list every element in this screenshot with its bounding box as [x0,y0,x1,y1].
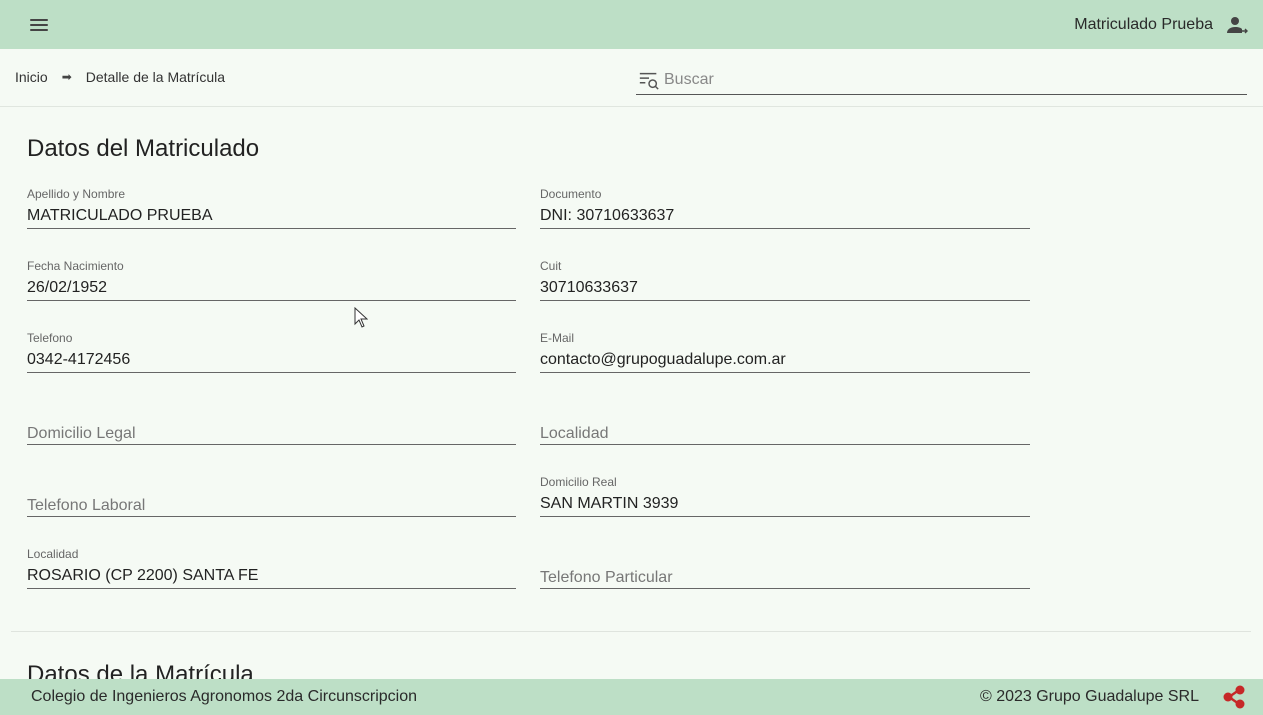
field-fecha-nacimiento[interactable]: Fecha Nacimiento 26/02/1952 [27,259,516,301]
breadcrumb-current: Detalle de la Matrícula [85,69,226,85]
field-label: Fecha Nacimiento [27,259,124,273]
breadcrumb-bar: Inicio ➡ Detalle de la Matrícula [0,49,1263,107]
user-name: Matriculado Prueba [1074,15,1213,33]
field-value: SAN MARTIN 3939 [540,495,679,512]
arrow-right-icon: ➡ [61,70,72,84]
field-value: 0342-4172456 [27,351,131,368]
field-domicilio-real[interactable]: Domicilio Real SAN MARTIN 3939 [540,475,1030,517]
footer-right: © 2023 Grupo Guadalupe SRL [980,684,1247,710]
field-domicilio-legal[interactable]: Domicilio Legal [27,403,516,445]
field-value: MATRICULADO PRUEBA [27,207,213,224]
field-value: 30710633637 [540,279,638,296]
field-localidad[interactable]: Localidad ROSARIO (CP 2200) SANTA FE [27,547,516,589]
field-label: Apellido y Nombre [27,187,126,201]
field-cuit[interactable]: Cuit 30710633637 [540,259,1030,301]
section-title-matricula: Datos de la Matrícula [27,661,254,679]
main-content: Datos del Matriculado Apellido y Nombre … [0,107,1263,679]
field-label: Domicilio Real [540,475,617,489]
field-placeholder: Telefono Laboral [27,497,146,514]
field-telefono-particular[interactable]: Telefono Particular [540,547,1030,589]
field-telefono-laboral[interactable]: Telefono Laboral [27,475,516,517]
field-label: Cuit [540,259,562,273]
section-divider [11,631,1251,632]
field-localidad-legal[interactable]: Localidad [540,403,1030,445]
footer-organization: Colegio de Ingenieros Agronomos 2da Circ… [31,688,417,705]
section-title: Datos del Matriculado [27,135,260,162]
field-documento[interactable]: Documento DNI: 30710633637 [540,187,1030,229]
field-label: Telefono [27,331,73,345]
field-placeholder: Domicilio Legal [27,425,136,442]
search-input[interactable] [664,70,1247,89]
field-value: 26/02/1952 [27,279,108,296]
field-value: DNI: 30710633637 [540,207,675,224]
field-label: Documento [540,187,602,201]
share-icon[interactable] [1221,684,1247,710]
field-telefono[interactable]: Telefono 0342-4172456 [27,331,516,373]
field-value: contacto@grupoguadalupe.com.ar [540,351,786,368]
user-area: Matriculado Prueba [1074,13,1249,37]
search-box[interactable] [636,65,1247,95]
field-placeholder: Localidad [540,425,609,442]
footer: Colegio de Ingenieros Agronomos 2da Circ… [0,679,1263,715]
top-app-bar: Matriculado Prueba [0,0,1263,49]
menu-icon[interactable] [28,16,50,34]
field-email[interactable]: E-Mail contacto@grupoguadalupe.com.ar [540,331,1030,373]
footer-copyright: © 2023 Grupo Guadalupe SRL [979,688,1199,705]
breadcrumb: Inicio ➡ Detalle de la Matrícula [15,69,225,85]
field-placeholder: Telefono Particular [540,569,673,586]
field-value: ROSARIO (CP 2200) SANTA FE [27,567,259,584]
filter-search-icon [639,72,659,90]
user-logout-icon[interactable] [1225,13,1249,37]
field-label: Localidad [27,547,79,561]
field-apellido-nombre[interactable]: Apellido y Nombre MATRICULADO PRUEBA [27,187,516,229]
field-label: E-Mail [540,331,575,345]
breadcrumb-home[interactable]: Inicio [15,69,48,85]
